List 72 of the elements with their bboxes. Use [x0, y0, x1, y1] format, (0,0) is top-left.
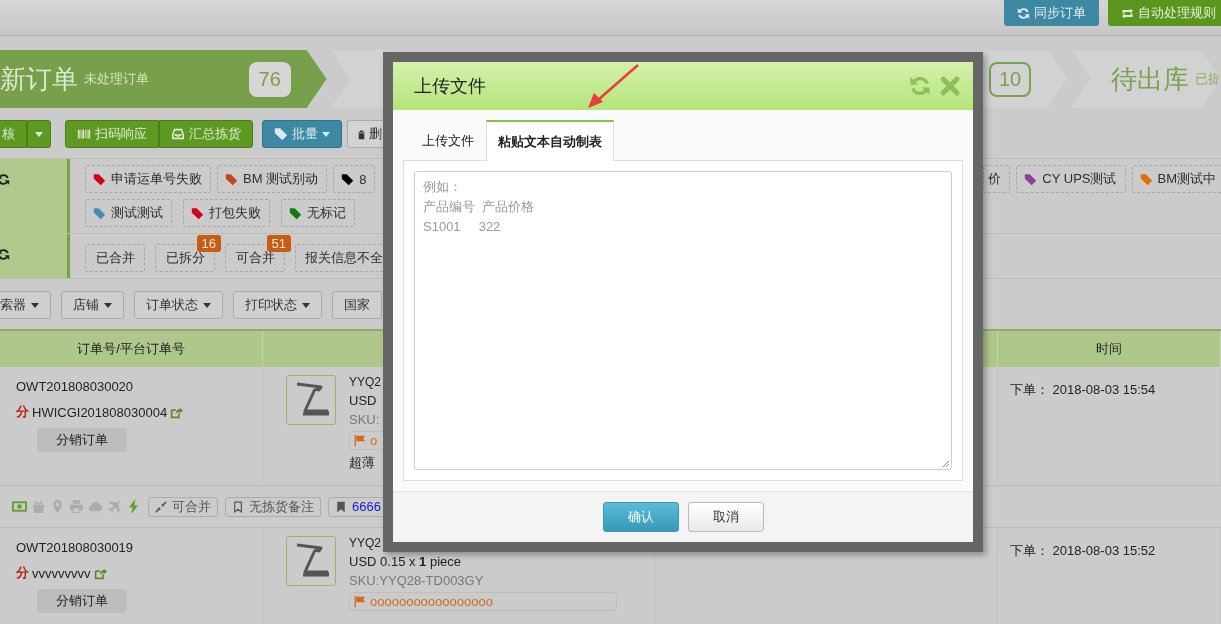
product-note: ooooooooooooooooo: [370, 594, 493, 609]
refresh-button[interactable]: [909, 75, 931, 97]
tag-filter[interactable]: 无标记: [281, 199, 355, 227]
close-button[interactable]: [939, 75, 961, 97]
platform-order-number: HWICGI201808030004: [32, 404, 168, 420]
tag-filter[interactable]: BM 测试别动: [217, 165, 328, 193]
placeholder-text: S1001 322: [423, 218, 502, 236]
product-sku: SKU:: [349, 412, 381, 427]
order-type-label: 分销订单: [37, 428, 127, 452]
external-link-icon: [93, 566, 107, 580]
tag-filter[interactable]: CY UPS测试: [1016, 165, 1126, 193]
refresh-icon: [0, 173, 10, 186]
dialog-title: 上传文件: [414, 75, 486, 98]
filter-dropdown[interactable]: 店铺: [61, 291, 124, 319]
refresh-icon: [1017, 6, 1030, 20]
filter-dropdown[interactable]: 索器: [0, 291, 51, 319]
tag-filter[interactable]: 8: [333, 165, 376, 193]
filter-dropdown[interactable]: 打印状态: [233, 291, 322, 319]
count-badge: 51: [266, 235, 291, 252]
compress-icon: [155, 500, 167, 513]
dropdown-toggle[interactable]: [27, 120, 51, 148]
barcode-icon: [77, 127, 91, 141]
placeholder-text: 例如：: [423, 178, 463, 196]
dialog-tab[interactable]: 粘贴文本自动制表: [486, 120, 614, 161]
product-note: o: [370, 433, 378, 448]
external-link-icon: [170, 405, 184, 419]
product-price: USD: [349, 393, 378, 408]
bookmark-icon: [335, 500, 347, 513]
header-button[interactable]: 同步订单: [1004, 0, 1099, 26]
count-badge: 16: [196, 235, 221, 252]
caret-icon: [35, 131, 43, 137]
order-number: OWT201808030020: [16, 379, 135, 394]
tray-icon: [171, 127, 185, 141]
column-header: 时间: [998, 331, 1221, 367]
flag-icon: [353, 434, 366, 447]
product-name: YYQ2: [349, 536, 382, 550]
product-sku: SKU:YYQ28-TD003GY: [349, 573, 485, 588]
refresh-icon: [909, 75, 931, 97]
repeat-icon: [1121, 6, 1134, 20]
trash-icon: [356, 128, 367, 140]
column-header: 订单号/平台订单号: [0, 331, 263, 367]
bookmark-icon: [232, 500, 244, 513]
refresh-icon: [0, 248, 10, 261]
dialog-button[interactable]: 取消: [687, 502, 764, 532]
dialog-tab[interactable]: 上传文件: [410, 120, 486, 160]
platform-order-number: vvvvvvvvv: [32, 565, 91, 581]
placeholder-text: 产品编号 产品价格: [423, 198, 535, 216]
product-title: 超薄: [349, 454, 376, 472]
pointer-arrow: [588, 64, 639, 108]
product-price: USD 0.15 x 1 piece: [349, 554, 463, 569]
close-icon: [939, 75, 961, 97]
order-number: OWT201808030019: [16, 540, 135, 555]
tag-filter[interactable]: 测试测试: [85, 199, 172, 227]
filter-dropdown[interactable]: 国家: [332, 291, 382, 319]
tag-filter[interactable]: 申请运单号失败: [85, 165, 211, 193]
resize-grip-icon: [942, 460, 950, 468]
tag-filter[interactable]: 打包失败: [183, 199, 270, 227]
tag-icon: [274, 127, 288, 141]
product-thumbnail: [286, 375, 336, 425]
action-button[interactable]: 可合并: [148, 496, 218, 517]
distribution-mark: 分: [16, 403, 29, 421]
filter-dropdown[interactable]: 订单状态: [134, 291, 223, 319]
status-filter[interactable]: 已合并: [85, 244, 145, 272]
tag-filter[interactable]: BM测试中: [1131, 165, 1221, 193]
order-time: 下单： 2018-08-03 15:52: [998, 528, 1221, 624]
order-time: 下单： 2018-08-03 15:54: [998, 367, 1221, 485]
product-name: YYQ2: [349, 375, 382, 389]
flag-icon: [353, 595, 366, 608]
order-type-label: 分销订单: [37, 589, 127, 613]
action-button[interactable]: 无拣货备注: [225, 496, 321, 517]
distribution-mark: 分: [16, 564, 29, 582]
product-thumbnail: [286, 536, 336, 586]
